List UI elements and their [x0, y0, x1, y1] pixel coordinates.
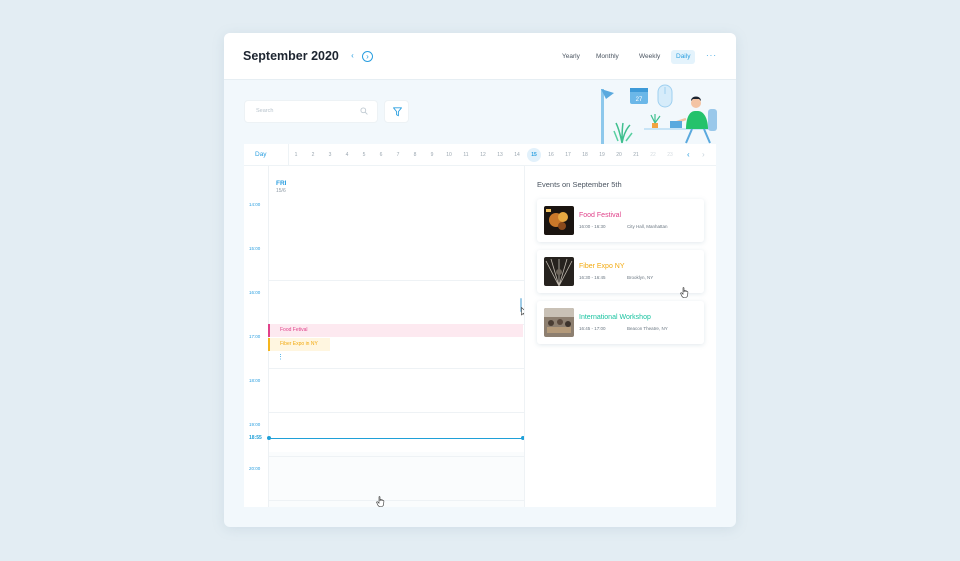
calendar-window: September 2020 ‹ › Yearly Monthly Weekly… — [224, 33, 736, 527]
day-number-6[interactable]: 6 — [374, 148, 388, 162]
hour-label: 17:00 — [249, 334, 261, 339]
day-number-7[interactable]: 7 — [391, 148, 405, 162]
day-number-5[interactable]: 5 — [357, 148, 371, 162]
hour-gridline — [269, 412, 524, 413]
event-card-title: Fiber Expo NY — [579, 263, 625, 270]
day-number-21[interactable]: 21 — [629, 148, 643, 162]
day-number-1[interactable]: 1 — [289, 148, 303, 162]
day-strip: Day 1 2 3 4 5 6 7 8 9 10 11 12 13 14 15 16 17 18 19 20 21 22 2… — [244, 144, 716, 166]
day-strip-label: Day — [255, 151, 267, 158]
current-time-label: 18:55 — [249, 435, 262, 441]
day-number-22[interactable]: 22 — [646, 148, 660, 162]
day-number-8[interactable]: 8 — [408, 148, 422, 162]
search-icon — [360, 107, 368, 115]
events-panel: Events on September 5th Food Festival 16… — [524, 166, 716, 507]
hour-gridline — [269, 280, 524, 281]
page-title: September 2020 — [243, 49, 339, 63]
day-name: FRI — [276, 180, 287, 187]
current-time-line — [268, 438, 524, 439]
event-card-location: Brooklyn, NY — [627, 275, 654, 280]
past-time-area — [269, 452, 524, 507]
event-block-fiber-expo[interactable]: Fiber Expo in NY — [268, 338, 330, 351]
event-card-time: 16:30 - 16:45 — [579, 275, 606, 280]
event-thumbnail — [544, 257, 574, 286]
day-number-15[interactable]: 15 — [527, 148, 541, 162]
hour-label: 19:00 — [249, 422, 261, 427]
current-time-dot — [267, 436, 271, 440]
chevron-left-icon[interactable]: ‹ — [687, 150, 690, 159]
day-number-2[interactable]: 2 — [306, 148, 320, 162]
illustration-person-at-desk: 27 — [601, 84, 717, 145]
day-number-11[interactable]: 11 — [459, 148, 473, 162]
more-vertical-icon[interactable]: ⋮ — [277, 354, 284, 361]
event-card-fiber-expo[interactable]: Fiber Expo NY 16:30 - 16:45 Brooklyn, NY — [537, 250, 704, 298]
day-number-14[interactable]: 14 — [510, 148, 524, 162]
hour-label: 16:00 — [249, 290, 261, 295]
day-number-4[interactable]: 4 — [340, 148, 354, 162]
day-schedule: 14:00 15:00 16:00 17:00 18:00 19:00 20:0… — [244, 166, 528, 507]
hour-gridline — [269, 500, 524, 501]
hour-gridline — [269, 456, 524, 457]
day-number-9[interactable]: 9 — [425, 148, 439, 162]
day-number-19[interactable]: 19 — [595, 148, 609, 162]
filter-icon — [393, 107, 402, 117]
day-number-20[interactable]: 20 — [612, 148, 626, 162]
event-card-title: International Workshop — [579, 314, 651, 321]
day-number-12[interactable]: 12 — [476, 148, 490, 162]
event-card-location: City Hall, Manhattan — [627, 224, 668, 229]
hour-label: 20:00 — [249, 466, 261, 471]
hour-gridline — [269, 368, 524, 369]
event-card-food-festival[interactable]: Food Festival 16:00 - 16:30 City Hall, M… — [537, 199, 704, 242]
event-card-time: 16:00 - 16:30 — [579, 224, 606, 229]
time-column: 14:00 15:00 16:00 17:00 18:00 19:00 20:0… — [244, 166, 268, 507]
hour-label: 15:00 — [249, 246, 261, 251]
event-thumbnail — [544, 308, 574, 337]
day-number-17[interactable]: 17 — [561, 148, 575, 162]
event-card-location: Beacon Theatre, NY — [627, 326, 668, 331]
day-number-10[interactable]: 10 — [442, 148, 456, 162]
event-card-time: 16:45 - 17:00 — [579, 326, 606, 331]
search-input[interactable]: Search — [244, 100, 378, 123]
hand-cursor-icon — [376, 496, 385, 507]
more-horizontal-icon[interactable]: ··· — [706, 51, 717, 60]
filter-button[interactable] — [384, 100, 409, 123]
day-number-16[interactable]: 16 — [544, 148, 558, 162]
hour-label: 18:00 — [249, 378, 261, 383]
tab-yearly[interactable]: Yearly — [557, 50, 585, 64]
event-block-food-festival[interactable]: Food Fetival — [268, 324, 523, 337]
event-card-title: Food Festival — [579, 212, 622, 219]
event-card-international-workshop[interactable]: International Workshop 16:45 - 17:00 Bea… — [537, 301, 704, 344]
calendar-badge-number: 27 — [636, 97, 643, 103]
day-header: FRI 15/6 — [276, 180, 286, 194]
chevron-right-icon[interactable]: › — [702, 150, 705, 159]
day-number-23[interactable]: 23 — [663, 148, 677, 162]
tab-weekly[interactable]: Weekly — [634, 50, 665, 64]
top-bar: September 2020 ‹ › Yearly Monthly Weekly… — [224, 33, 736, 80]
tab-monthly[interactable]: Monthly — [591, 50, 624, 64]
search-placeholder: Search — [256, 108, 274, 114]
chevron-left-icon[interactable]: ‹ — [347, 51, 358, 62]
day-number-13[interactable]: 13 — [493, 148, 507, 162]
day-date: 15/6 — [276, 188, 286, 194]
chevron-right-icon[interactable]: › — [362, 51, 373, 62]
hour-label: 14:00 — [249, 202, 261, 207]
events-panel-title: Events on September 5th — [537, 180, 622, 189]
hand-cursor-icon — [680, 287, 689, 298]
tab-daily[interactable]: Daily — [671, 50, 696, 64]
day-number-3[interactable]: 3 — [323, 148, 337, 162]
day-number-18[interactable]: 18 — [578, 148, 592, 162]
event-thumbnail — [544, 206, 574, 235]
